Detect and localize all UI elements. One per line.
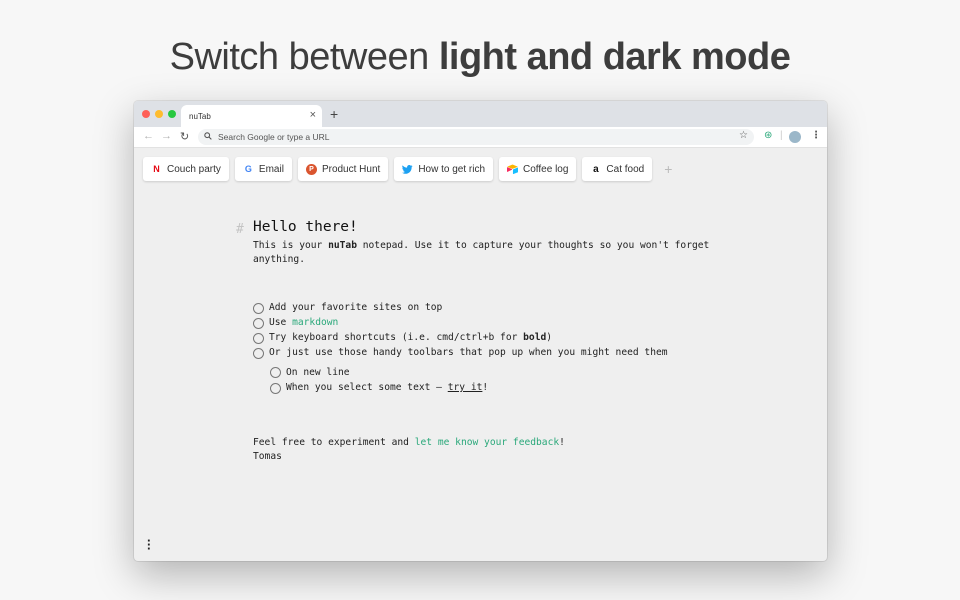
heading-marker: # [236, 222, 244, 237]
browser-toolbar: ← → ↻ Search Google or type a URL ☆ ⊛ | … [134, 127, 827, 148]
window-controls [142, 110, 176, 118]
task-checkbox[interactable] [270, 367, 281, 379]
task-text: Use [269, 317, 293, 329]
bookmark-label: How to get rich [418, 163, 486, 175]
footer-text-b: ! [559, 436, 565, 448]
bookmark-how-to-get-rich[interactable]: How to get rich [394, 157, 494, 181]
subtask-item: When you select some text – try it! [270, 380, 733, 395]
maximize-window-button[interactable] [168, 110, 176, 118]
task-checkbox[interactable] [253, 348, 264, 360]
task-label: When you select some text – try it! [286, 381, 488, 396]
product-hunt-icon: P [305, 163, 317, 175]
address-bar[interactable]: Search Google or type a URL [198, 129, 754, 145]
task-item: Use markdown [253, 316, 733, 331]
headline-prefix: Switch between [169, 36, 439, 78]
signature: Tomas [253, 451, 282, 463]
tab-close-icon[interactable]: × [310, 109, 316, 121]
reload-icon[interactable]: ↻ [180, 130, 189, 143]
task-label: Try keyboard shortcuts (i.e. cmd/ctrl+b … [269, 331, 552, 346]
headline: Switch between light and dark mode [0, 36, 960, 79]
twitter-icon [402, 164, 413, 174]
try-it-link[interactable]: try it [448, 382, 483, 393]
extension-icon[interactable]: ⊛ [764, 130, 772, 141]
bookmark-product-hunt[interactable]: P Product Hunt [297, 157, 389, 181]
footer-text-a: Feel free to experiment and [253, 436, 415, 448]
task-label: On new line [286, 366, 350, 378]
browser-menu-icon[interactable]: ⋮ [811, 130, 821, 141]
task-checkbox[interactable] [253, 332, 264, 344]
intro-text-a: This is your [253, 239, 329, 251]
forward-arrow-icon[interactable]: → [161, 130, 172, 142]
notepad[interactable]: # Hello there! This is your nuTab notepa… [236, 219, 733, 465]
minimize-window-button[interactable] [155, 110, 163, 118]
bookmark-couch-party[interactable]: N Couch party [143, 157, 229, 181]
profile-avatar[interactable] [789, 131, 801, 143]
search-icon [204, 132, 212, 140]
browser-tab[interactable]: nuTab × [181, 105, 322, 127]
tab-strip: nuTab × + [134, 101, 827, 127]
amazon-icon: a [593, 163, 599, 175]
intro-bold: nuTab [328, 239, 357, 251]
toolbar-divider: | [780, 130, 783, 141]
settings-menu-icon[interactable]: · · · [147, 534, 151, 555]
task-label: Add your favorite sites on top [269, 301, 443, 313]
note-footer: Feel free to experiment and let me know … [253, 436, 733, 451]
task-item: Try keyboard shortcuts (i.e. cmd/ctrl+b … [253, 331, 733, 346]
task-item: Or just use those handy toolbars that po… [253, 346, 733, 361]
bookmark-star-icon[interactable]: ☆ [739, 130, 748, 141]
task-checkbox[interactable] [253, 302, 264, 314]
note-title: Hello there! [253, 219, 358, 235]
close-window-button[interactable] [142, 110, 150, 118]
new-tab-button[interactable]: + [330, 106, 338, 122]
markdown-link[interactable]: markdown [292, 317, 338, 328]
bookmark-email[interactable]: G Email [234, 157, 292, 181]
task-text: When you select some text – [286, 381, 448, 393]
task-list: Add your favorite sites on top Use markd… [253, 301, 733, 396]
bookmark-label: Cat food [606, 163, 645, 175]
task-text: ! [482, 381, 489, 393]
bookmark-label: Email [258, 163, 284, 175]
google-icon: G [244, 164, 252, 174]
task-label: Or just use those handy toolbars that po… [269, 347, 668, 359]
subtask-item: On new line [270, 365, 733, 380]
bookmark-coffee-log[interactable]: Coffee log [499, 157, 577, 181]
feedback-link[interactable]: let me know your feedback [415, 437, 559, 448]
note-intro: This is your nuTab notepad. Use it to ca… [253, 239, 713, 268]
headline-bold: light and dark mode [438, 36, 791, 78]
task-bold-text: bold [523, 332, 547, 344]
browser-window: nuTab × + ← → ↻ Search Google or type a … [134, 101, 827, 561]
task-text: ) [546, 332, 553, 344]
task-checkbox[interactable] [253, 317, 264, 329]
bookmark-label: Coffee log [523, 163, 569, 175]
tab-title: nuTab [189, 112, 211, 121]
airtable-icon [507, 164, 519, 174]
task-item: Add your favorite sites on top [253, 301, 733, 316]
bookmark-cat-food[interactable]: a Cat food [582, 157, 653, 181]
address-bar-placeholder: Search Google or type a URL [218, 132, 330, 142]
back-arrow-icon[interactable]: ← [143, 130, 154, 142]
bookmark-label: Couch party [167, 163, 221, 175]
task-label: Use markdown [269, 316, 338, 331]
task-text: Try keyboard shortcuts (i.e. cmd/ctrl+b … [269, 332, 524, 344]
add-bookmark-button[interactable]: + [664, 161, 672, 177]
bookmarks-bar: N Couch party G Email P Product Hunt How… [143, 157, 672, 181]
netflix-icon: N [153, 164, 160, 174]
bookmark-label: Product Hunt [321, 163, 381, 175]
task-checkbox[interactable] [270, 382, 281, 394]
